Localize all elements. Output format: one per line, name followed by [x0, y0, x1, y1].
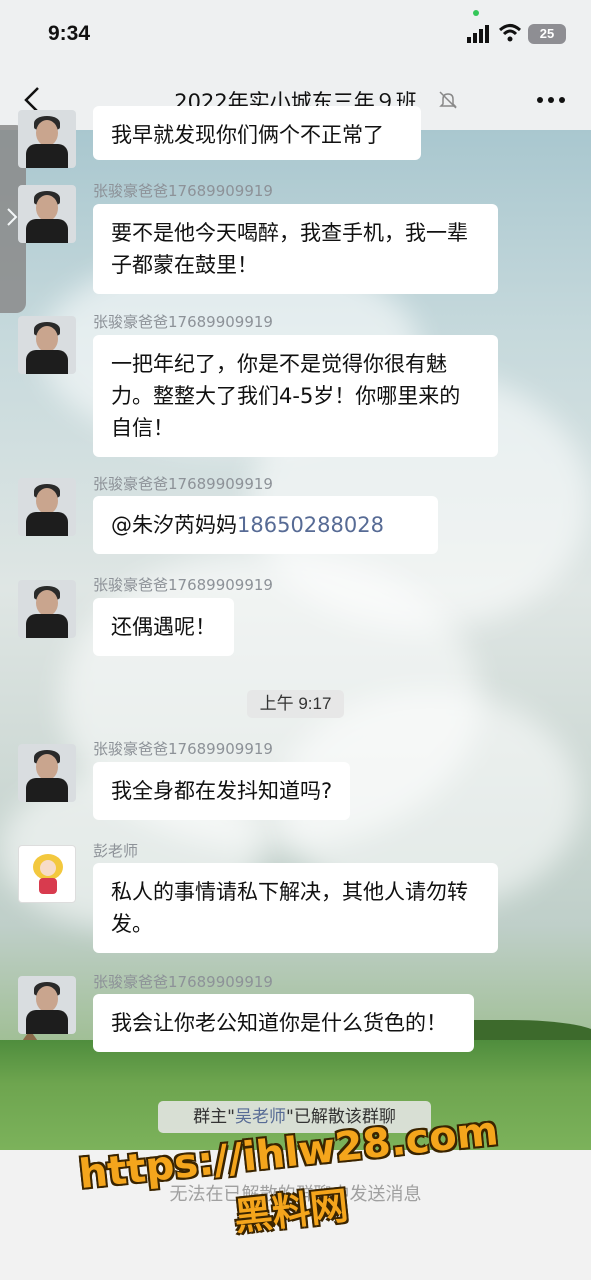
notice-prefix: 群主" — [193, 1107, 235, 1127]
avatar[interactable] — [18, 744, 76, 802]
privacy-indicator-icon — [473, 10, 479, 16]
message-bubble[interactable]: 还偶遇呢！ — [93, 598, 234, 656]
message-bubble[interactable]: 我会让你老公知道你是什么货色的！ — [93, 994, 474, 1052]
avatar[interactable] — [18, 110, 76, 168]
mention-text: @朱汐芮妈妈 — [111, 513, 237, 537]
status-bar: 9:34 25 — [0, 0, 591, 70]
message-bubble[interactable]: 我早就发现你们俩个不正常了 — [93, 106, 421, 160]
group-owner-link[interactable]: 吴老师 — [235, 1107, 286, 1127]
mute-bell-icon — [439, 91, 457, 109]
battery-indicator: 25 — [528, 24, 566, 44]
avatar[interactable] — [18, 478, 76, 536]
status-time: 9:34 — [48, 22, 91, 45]
sender-name: 张骏豪爸爸17689909919 — [93, 182, 273, 200]
message-bubble[interactable]: 我全身都在发抖知道吗? — [93, 762, 351, 820]
avatar[interactable] — [18, 316, 76, 374]
sender-name: 张骏豪爸爸17689909919 — [93, 973, 273, 991]
chevron-right-icon — [7, 208, 18, 226]
message-text: 要不是他今天喝醉，我查手机，我一辈子都蒙在鼓里！ — [111, 221, 468, 277]
watermark-name: 黑料网 — [232, 1183, 351, 1240]
message-bubble[interactable]: 一把年纪了，你是不是觉得你很有魅力。整整大了我们4-5岁！你哪里来的自信！ — [93, 335, 498, 457]
message-bubble[interactable]: 私人的事情请私下解决，其他人请勿转发。 — [93, 863, 498, 953]
avatar[interactable] — [18, 580, 76, 638]
avatar[interactable] — [18, 185, 76, 243]
avatar[interactable] — [18, 976, 76, 1034]
wifi-icon — [498, 24, 522, 42]
message-text: 还偶遇呢！ — [111, 615, 216, 639]
phone-link[interactable]: 18650288028 — [237, 513, 384, 537]
message-text: 我早就发现你们俩个不正常了 — [111, 123, 384, 147]
message-text: 我会让你老公知道你是什么货色的！ — [111, 1011, 447, 1035]
signal-icon — [467, 25, 489, 43]
message-bubble[interactable]: 要不是他今天喝醉，我查手机，我一辈子都蒙在鼓里！ — [93, 204, 498, 294]
message-bubble[interactable]: @朱汐芮妈妈18650288028 — [93, 496, 438, 554]
message-text: 一把年纪了，你是不是觉得你很有魅力。整整大了我们4-5岁！你哪里来的自信！ — [111, 352, 461, 440]
more-options-button[interactable] — [536, 96, 566, 104]
message-text: 私人的事情请私下解决，其他人请勿转发。 — [111, 880, 468, 936]
sender-name: 张骏豪爸爸17689909919 — [93, 313, 273, 331]
time-divider: 上午 9:17 — [247, 690, 344, 718]
sender-name: 彭老师 — [93, 842, 139, 860]
message-text: 我全身都在发抖知道吗? — [111, 779, 333, 803]
teacher-avatar[interactable] — [18, 845, 76, 903]
sender-name: 张骏豪爸爸17689909919 — [93, 740, 273, 758]
sender-name: 张骏豪爸爸17689909919 — [93, 576, 273, 594]
sender-name: 张骏豪爸爸17689909919 — [93, 475, 273, 493]
